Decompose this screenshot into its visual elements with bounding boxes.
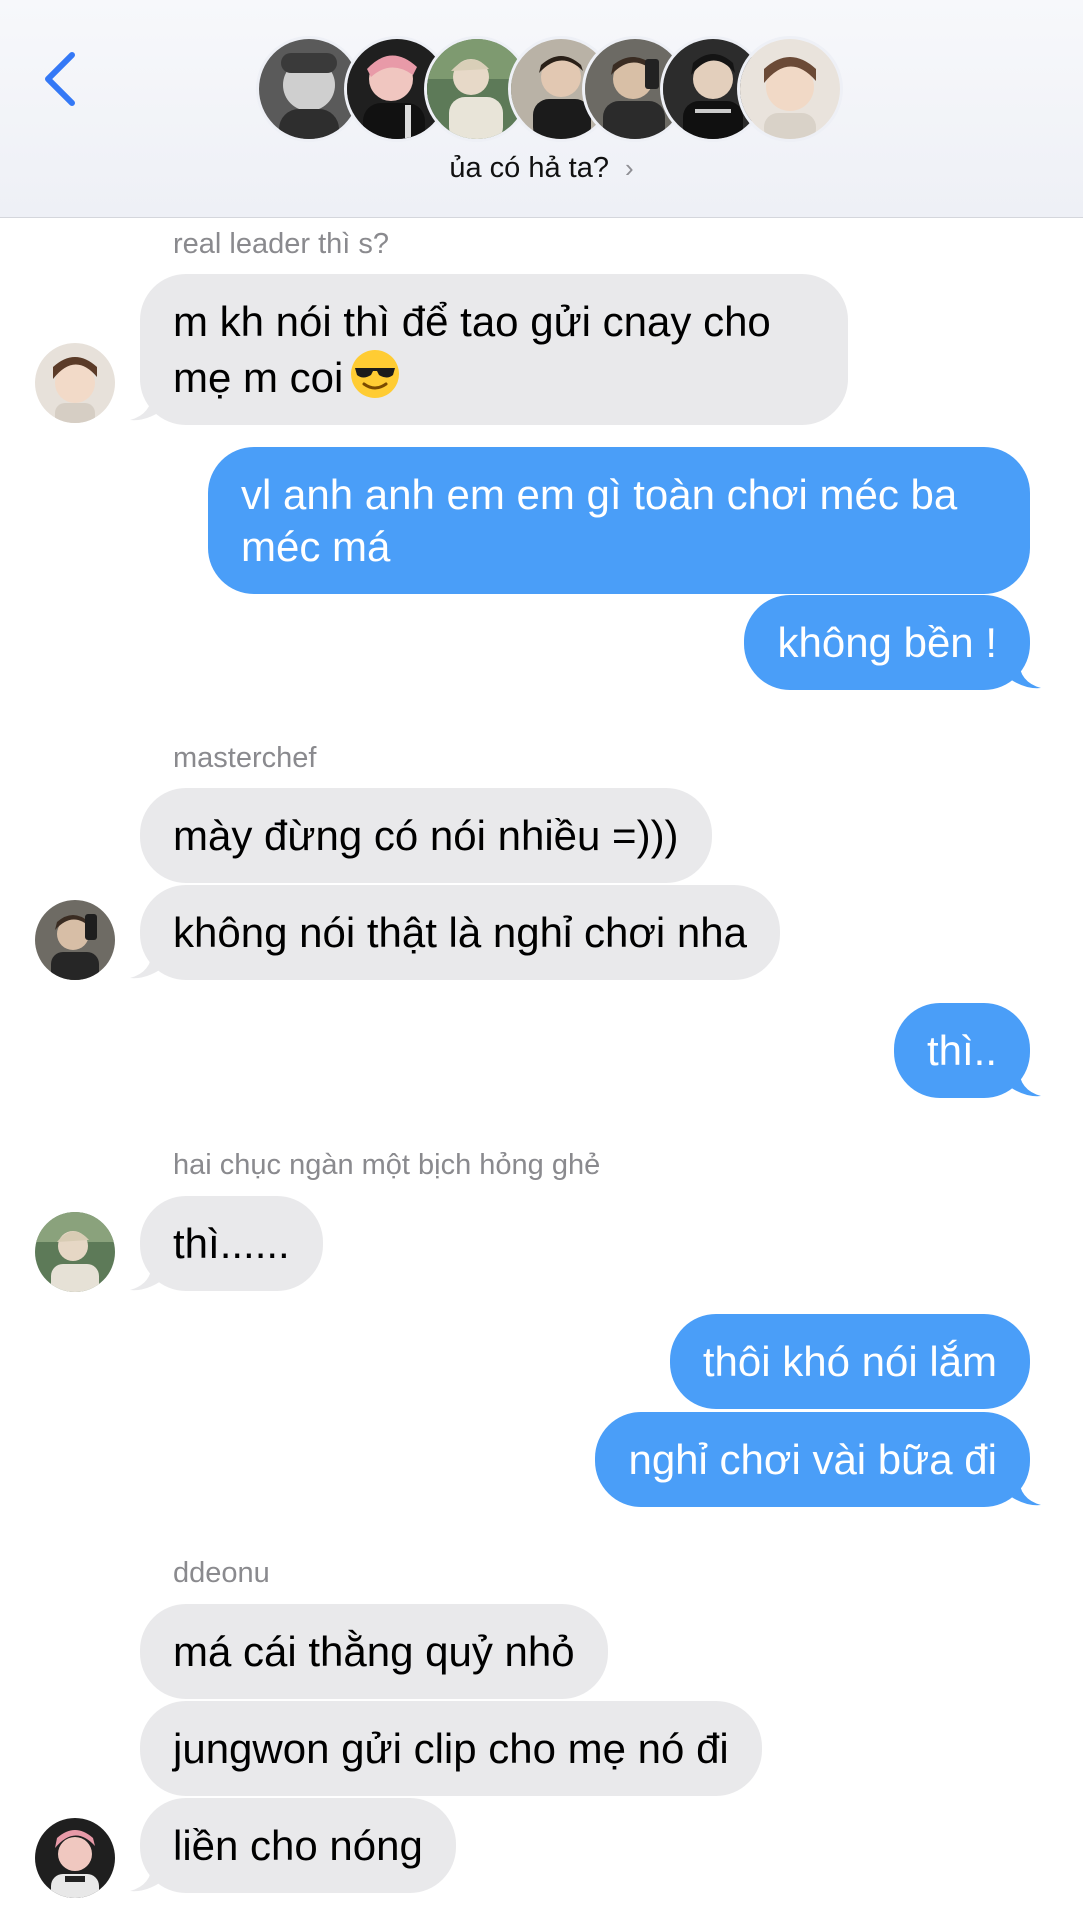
received-message[interactable]: không nói thật là nghỉ chơi nha (140, 885, 780, 980)
sender-name: hai chục ngàn một bịch hỏng ghẻ (173, 1149, 601, 1181)
message-text: nghỉ chơi vài bữa đi (628, 1436, 997, 1483)
message-text: liền cho nóng (173, 1822, 423, 1869)
received-message[interactable]: má cái thằng quỷ nhỏ (140, 1604, 608, 1699)
bubble-tail (1003, 660, 1041, 689)
message-text: không bền ! (777, 619, 997, 666)
avatar[interactable] (35, 900, 115, 980)
message-text: mày đừng có nói nhiều =))) (173, 812, 679, 859)
sender-name: ddeonu (173, 1557, 270, 1589)
bubble-tail (130, 1863, 168, 1892)
sent-message[interactable]: vl anh anh em em gì toàn chơi méc ba méc… (208, 447, 1030, 594)
message-text: thì...... (173, 1220, 290, 1267)
bubble-tail (130, 1262, 168, 1291)
message-text: không nói thật là nghỉ chơi nha (173, 909, 747, 956)
group-name-button[interactable]: ủa có hả ta? › (0, 152, 1083, 185)
member-avatar-7 (737, 36, 843, 142)
bubble-tail (1003, 1477, 1041, 1506)
message-text: vl anh anh em em gì toàn chơi méc ba méc… (241, 471, 958, 570)
group-avatars[interactable] (0, 36, 1083, 142)
received-message[interactable]: mày đừng có nói nhiều =))) (140, 788, 712, 883)
smiling-face-with-sunglasses-icon (351, 350, 400, 398)
bubble-tail (130, 950, 168, 979)
message-text: thôi khó nói lắm (702, 1338, 997, 1385)
bubble-tail (1003, 1068, 1041, 1097)
received-message[interactable]: jungwon gửi clip cho mẹ nó đi (140, 1701, 762, 1796)
received-message[interactable]: m kh nói thì để tao gửi cnay cho mẹ m co… (140, 274, 848, 425)
avatar[interactable] (35, 343, 115, 423)
sender-name: masterchef (173, 742, 317, 774)
message-text: thì.. (926, 1027, 997, 1074)
avatar[interactable] (35, 1212, 115, 1292)
sent-message[interactable]: không bền ! (744, 595, 1030, 690)
bubble-tail (130, 392, 168, 421)
message-text: má cái thằng quỷ nhỏ (173, 1628, 575, 1675)
chevron-right-icon: › (624, 153, 634, 183)
conversation-header: ủa có hả ta? › (0, 0, 1083, 218)
message-text: m kh nói thì để tao gửi cnay cho mẹ m co… (173, 298, 771, 401)
message-text: jungwon gửi clip cho mẹ nó đi (173, 1725, 729, 1772)
received-message[interactable]: liền cho nóng (140, 1798, 456, 1893)
group-name-label: ủa có hả ta? (449, 152, 609, 184)
sent-message[interactable]: nghỉ chơi vài bữa đi (595, 1412, 1030, 1507)
sender-name: real leader thì s? (173, 228, 390, 260)
avatar[interactable] (35, 1818, 115, 1898)
sent-message[interactable]: thôi khó nói lắm (669, 1314, 1030, 1409)
